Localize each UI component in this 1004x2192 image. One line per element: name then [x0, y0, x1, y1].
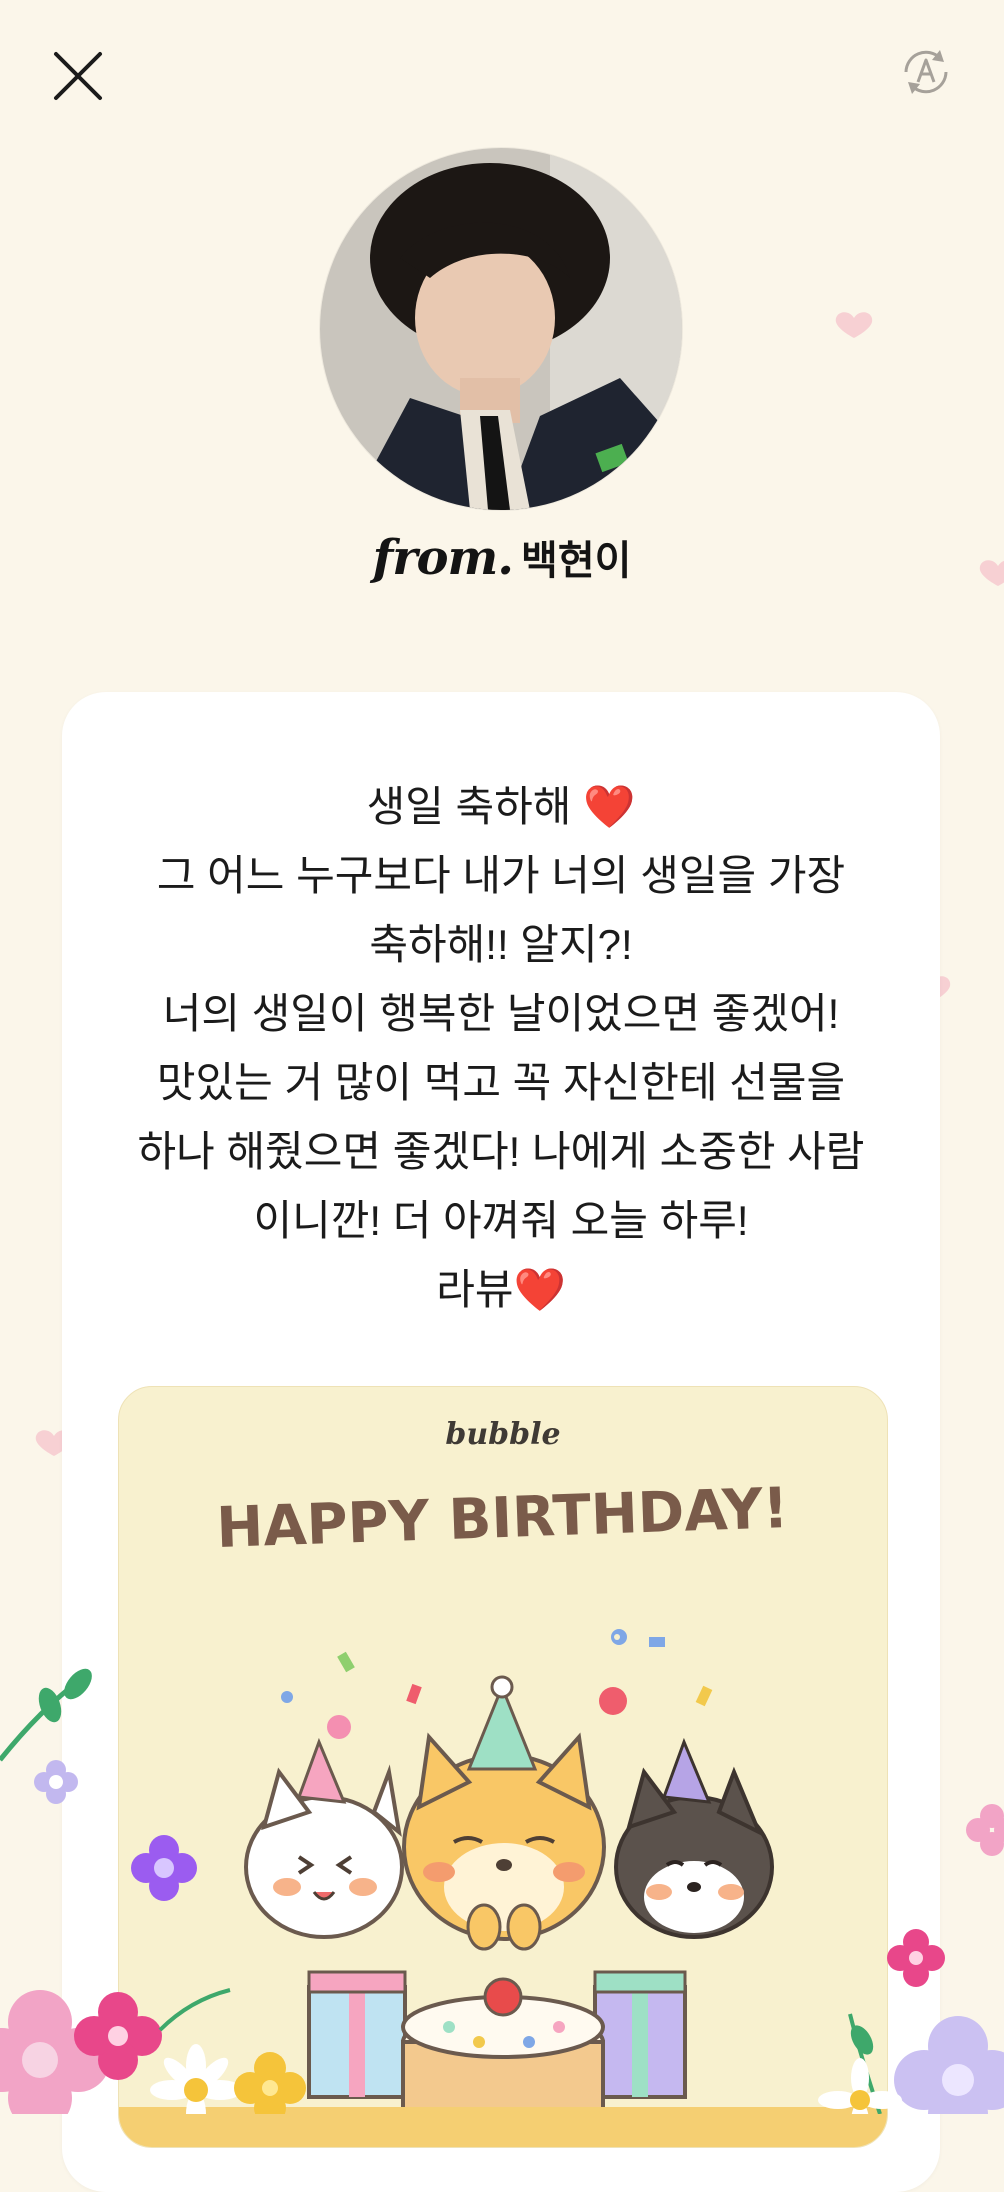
message-line: 맛있는 거 많이 먹고 꼭 자신한테 선물을: [156, 1059, 846, 1106]
close-icon: [54, 52, 102, 100]
heart-decoration: [835, 312, 873, 338]
headline-text: HAPPY BIRTHDAY!: [215, 1476, 789, 1561]
heart-emoji: ❤️: [513, 1266, 566, 1313]
birthday-card-image: bubble HAPPY BIRTHDAY!: [118, 1386, 888, 2148]
message-line: 라뷰❤️: [436, 1266, 566, 1313]
close-button[interactable]: [44, 42, 112, 110]
message-line: 축하해!! 알지?!: [369, 921, 633, 968]
message-line: 생일 축하해 ❤️: [366, 783, 636, 830]
translate-icon: [904, 50, 948, 94]
birthday-illustration: HAPPY BIRTHDAY!: [119, 1476, 887, 2147]
message-line: 너의 생일이 행복한 날이었으면 좋겠어!: [162, 990, 840, 1037]
message-line: 그 어느 누구보다 내가 너의 생일을 가장: [156, 852, 846, 899]
message-text: 생일 축하해 ❤️ 그 어느 누구보다 내가 너의 생일을 가장 축하해!! 알…: [62, 772, 940, 1324]
message-line: 하나 해줬으면 좋겠다! 나에게 소중한 사람: [137, 1128, 865, 1175]
message-line: 이니깐! 더 아껴줘 오늘 하루!: [253, 1197, 749, 1244]
avatar: [320, 148, 682, 510]
sender-line: from. 백현이: [0, 528, 1004, 588]
translate-button[interactable]: [896, 42, 956, 102]
sender-name: 백현이: [521, 538, 632, 584]
flower-icon: [966, 1804, 1004, 1856]
heart-emoji: ❤️: [583, 783, 636, 830]
from-label: from.: [372, 530, 514, 586]
